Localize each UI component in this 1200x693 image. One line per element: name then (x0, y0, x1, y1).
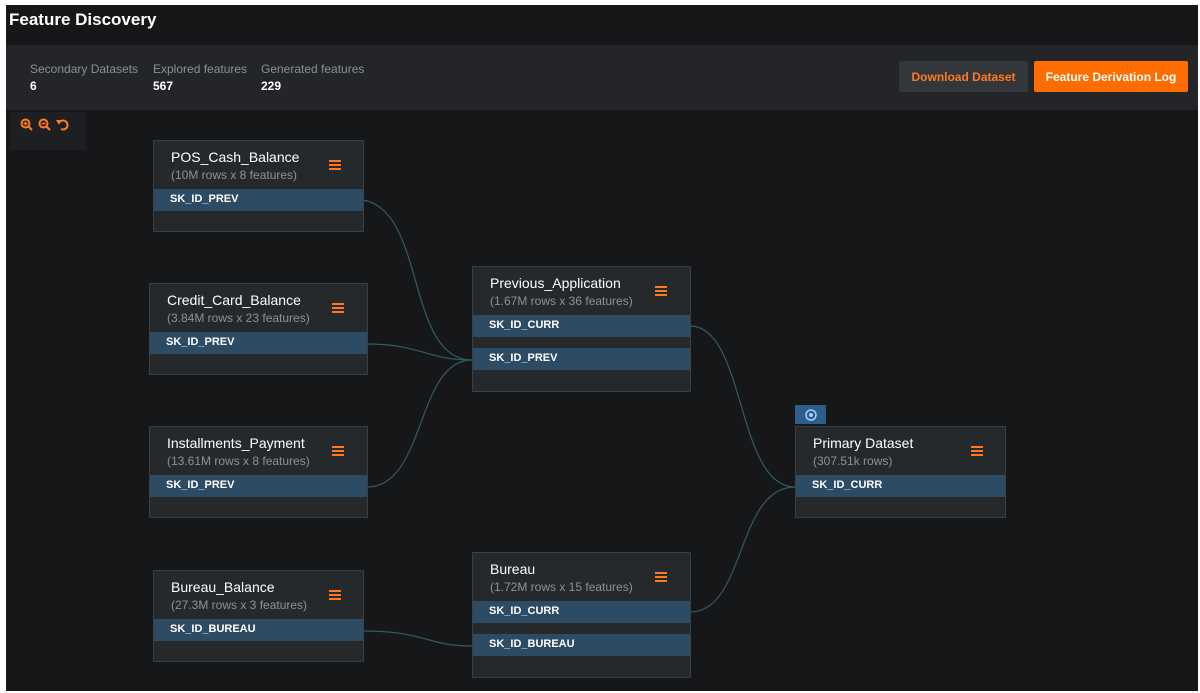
edge-pos-cash-to-previous (362, 199, 473, 361)
menu-icon[interactable] (332, 446, 344, 456)
edge-previous-to-primary (689, 325, 796, 488)
dataset-node-previous-application[interactable]: Previous_Application (1.67M rows x 36 fe… (472, 266, 691, 392)
feature-discovery-app: Feature Discovery Secondary Datasets 6 E… (6, 5, 1198, 691)
node-size: (3.84M rows x 23 features) (167, 311, 310, 325)
edge-credit-card-to-previous (366, 343, 473, 361)
dataset-node-primary[interactable]: Primary Dataset (307.51k rows) SK_ID_CUR… (795, 426, 1006, 518)
node-header: Primary Dataset (307.51k rows) (796, 427, 1005, 475)
edge-installments-to-previous (366, 359, 473, 488)
join-key[interactable]: SK_ID_BUREAU (154, 619, 363, 641)
menu-icon[interactable] (655, 572, 667, 582)
join-key[interactable]: SK_ID_PREV (150, 475, 367, 497)
node-header: Bureau_Balance (27.3M rows x 3 features) (154, 571, 363, 619)
node-size: (13.61M rows x 8 features) (167, 454, 310, 468)
node-size: (10M rows x 8 features) (171, 168, 298, 182)
dataset-node-pos-cash-balance[interactable]: POS_Cash_Balance (10M rows x 8 features)… (153, 140, 364, 232)
node-size: (1.67M rows x 36 features) (490, 294, 633, 308)
menu-icon[interactable] (329, 160, 341, 170)
edge-bureau-balance-to-bureau (362, 630, 473, 647)
target-icon (804, 408, 817, 421)
edge-bureau-to-primary (689, 486, 796, 613)
node-header: Bureau (1.72M rows x 15 features) (473, 553, 690, 601)
node-header: Credit_Card_Balance (3.84M rows x 23 fea… (150, 284, 367, 332)
join-key[interactable]: SK_ID_CURR (473, 315, 690, 337)
dataset-node-credit-card-balance[interactable]: Credit_Card_Balance (3.84M rows x 23 fea… (149, 283, 368, 375)
join-key[interactable]: SK_ID_PREV (150, 332, 367, 354)
node-size: (307.51k rows) (813, 454, 893, 468)
menu-icon[interactable] (971, 446, 983, 456)
primary-dataset-badge (795, 405, 826, 424)
dataset-node-bureau[interactable]: Bureau (1.72M rows x 15 features) SK_ID_… (472, 552, 691, 678)
node-header: POS_Cash_Balance (10M rows x 8 features) (154, 141, 363, 189)
node-size: (1.72M rows x 15 features) (490, 580, 633, 594)
dataset-node-installments-payment[interactable]: Installments_Payment (13.61M rows x 8 fe… (149, 426, 368, 518)
node-header: Previous_Application (1.67M rows x 36 fe… (473, 267, 690, 315)
join-key[interactable]: SK_ID_CURR (796, 475, 1005, 497)
dataset-node-bureau-balance[interactable]: Bureau_Balance (27.3M rows x 3 features)… (153, 570, 364, 662)
node-header: Installments_Payment (13.61M rows x 8 fe… (150, 427, 367, 475)
node-size: (27.3M rows x 3 features) (171, 598, 308, 612)
menu-icon[interactable] (329, 590, 341, 600)
join-key[interactable]: SK_ID_BUREAU (473, 634, 690, 656)
join-key[interactable]: SK_ID_PREV (154, 189, 363, 211)
menu-icon[interactable] (332, 303, 344, 313)
join-key[interactable]: SK_ID_PREV (473, 348, 690, 370)
join-key[interactable]: SK_ID_CURR (473, 601, 690, 623)
menu-icon[interactable] (655, 286, 667, 296)
